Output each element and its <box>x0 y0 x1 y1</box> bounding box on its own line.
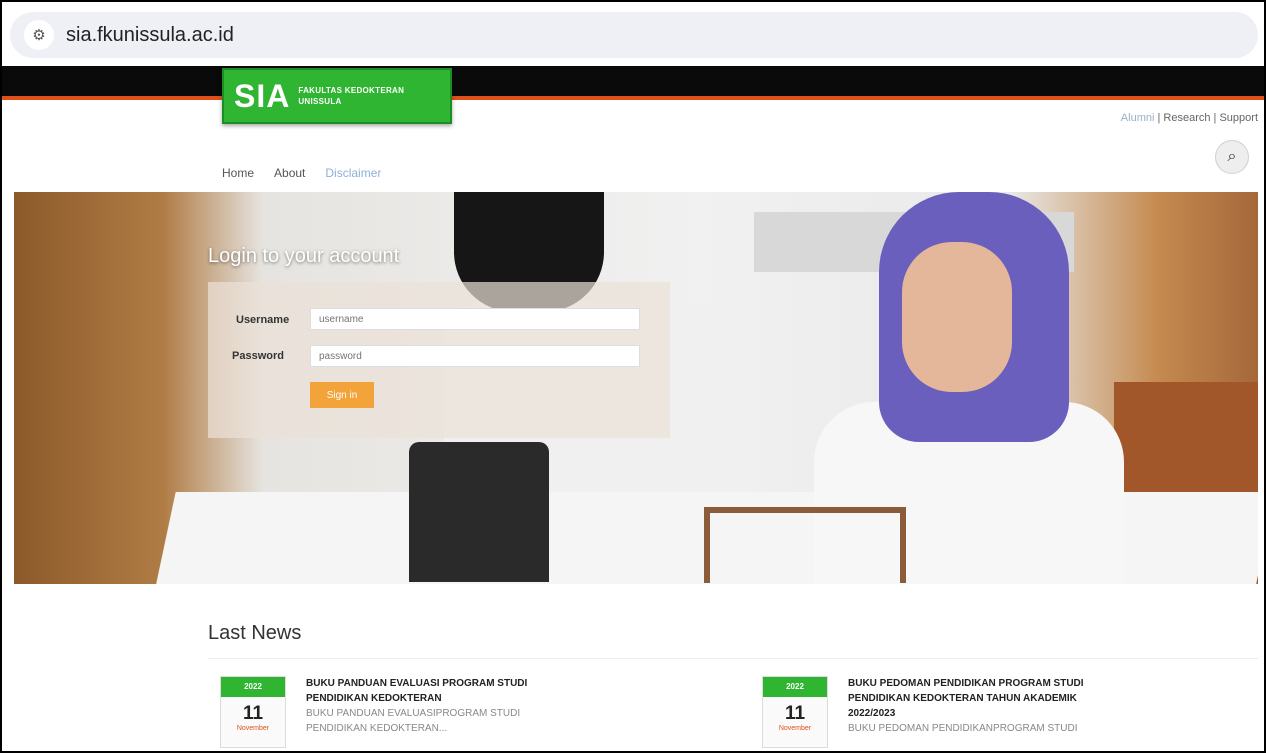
news-year: 2022 <box>763 677 827 697</box>
news-desc-line1: BUKU PEDOMAN PENDIDIKANPROGRAM STUDI <box>848 723 1078 734</box>
news-text: BUKU PEDOMAN PENDIDIKAN PROGRAM STUDI PE… <box>848 676 1188 736</box>
news-title-line1[interactable]: BUKU PANDUAN EVALUASI PROGRAM STUDI <box>306 678 527 689</box>
news-title-line2[interactable]: PENDIDIKAN KEDOKTERAN TAHUN AKADEMIK <box>848 693 1077 704</box>
news-title-line2[interactable]: PENDIDIKAN KEDOKTERAN <box>306 693 442 704</box>
password-input[interactable] <box>310 345 640 367</box>
nav-about[interactable]: About <box>274 166 305 180</box>
page-frame: ⚙ sia.fkunissula.ac.id SIA FAKULTAS KEDO… <box>0 0 1266 753</box>
username-input[interactable] <box>310 308 640 330</box>
top-links: Alumni | Research | Support <box>1120 112 1258 124</box>
news-day: 11 <box>242 703 264 724</box>
site-logo[interactable]: SIA FAKULTAS KEDOKTERAN UNISSULA <box>222 68 452 124</box>
browser-address-bar: ⚙ sia.fkunissula.ac.id <box>2 2 1264 66</box>
news-text: BUKU PANDUAN EVALUASI PROGRAM STUDI PEND… <box>306 676 646 736</box>
search-button[interactable]: ⌕ <box>1215 140 1249 174</box>
login-panel: Username Password Sign in <box>208 282 670 438</box>
toplink-research[interactable]: Research <box>1163 112 1210 124</box>
nav-home[interactable]: Home <box>222 166 254 180</box>
news-month: November <box>778 725 812 732</box>
url-field[interactable]: ⚙ sia.fkunissula.ac.id <box>10 12 1258 58</box>
site-settings-icon[interactable]: ⚙ <box>24 20 54 50</box>
news-divider <box>208 658 1258 659</box>
site-top-bar <box>2 66 1264 100</box>
hero-person-right-face <box>902 242 1012 392</box>
login-title: Login to your account <box>208 245 400 267</box>
nav-disclaimer[interactable]: Disclaimer <box>325 166 381 180</box>
news-desc-line1: BUKU PANDUAN EVALUASIPROGRAM STUDI <box>306 708 521 719</box>
news-day: 11 <box>784 703 806 724</box>
logo-subtitle: FAKULTAS KEDOKTERAN UNISSULA <box>298 85 404 107</box>
news-date-badge: 2022 11 November <box>762 676 828 748</box>
news-title-line1[interactable]: BUKU PEDOMAN PENDIDIKAN PROGRAM STUDI <box>848 678 1084 689</box>
logo-subtitle-line2: UNISSULA <box>298 97 342 106</box>
news-desc-line2: PENDIDIKAN KEDOKTERAN... <box>306 723 448 734</box>
logo-subtitle-line1: FAKULTAS KEDOKTERAN <box>298 86 405 95</box>
password-label: Password <box>232 350 284 362</box>
toplink-support[interactable]: Support <box>1219 112 1258 124</box>
hero-test-tube-rack <box>704 507 906 583</box>
url-text[interactable]: sia.fkunissula.ac.id <box>66 24 234 47</box>
news-year: 2022 <box>221 677 285 697</box>
news-month: November <box>236 725 270 732</box>
username-label: Username <box>236 314 290 326</box>
sign-in-button[interactable]: Sign in <box>310 382 374 408</box>
news-section-title: Last News <box>208 622 302 644</box>
news-title-line3[interactable]: 2022/2023 <box>848 708 895 719</box>
hero-microscope <box>409 442 549 582</box>
search-icon: ⌕ <box>1227 148 1237 165</box>
main-nav: Home About Disclaimer <box>222 166 381 180</box>
news-date-badge: 2022 11 November <box>220 676 286 748</box>
toplink-alumni[interactable]: Alumni <box>1121 112 1155 124</box>
logo-main-text: SIA <box>234 77 291 114</box>
